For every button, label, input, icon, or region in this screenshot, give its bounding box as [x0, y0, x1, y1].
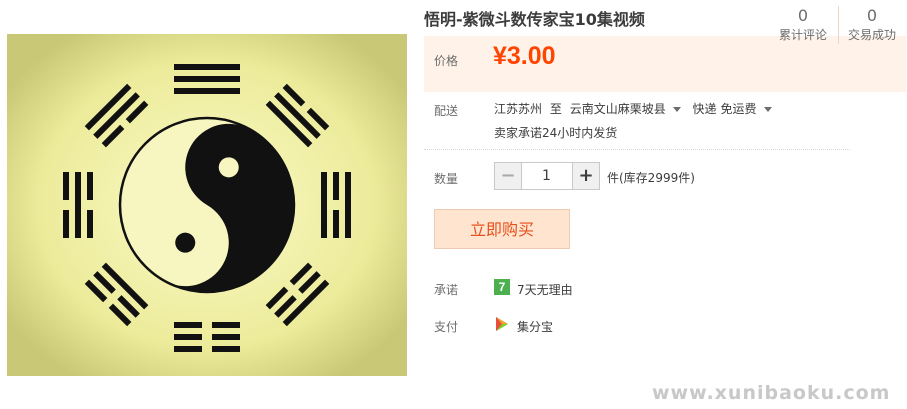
chevron-down-icon[interactable]: [763, 107, 772, 112]
jifenbao-icon: [496, 317, 508, 331]
stock-info: 件(库存2999件): [607, 171, 695, 185]
guarantee-label: 承诺: [434, 283, 459, 297]
decrease-button[interactable]: −: [495, 163, 522, 189]
reviews-stat[interactable]: 0 累计评论: [770, 6, 836, 44]
payment-text[interactable]: 集分宝: [517, 318, 553, 335]
sales-count: 0: [866, 6, 878, 25]
shipping-promise: 卖家承诺24小时内发货: [494, 126, 618, 140]
quantity-stepper[interactable]: − +: [494, 162, 600, 190]
reviews-count: 0: [797, 6, 809, 25]
sales-label: 交易成功: [847, 28, 896, 42]
shipping-destination[interactable]: 云南文山麻栗坡县: [570, 102, 666, 116]
shipping-line: 江苏苏州 至 云南文山麻栗坡县 快递 免运费: [494, 100, 780, 117]
divider: [424, 149, 850, 150]
price-label: 价格: [434, 54, 459, 68]
quantity-label: 数量: [434, 172, 459, 186]
shipping-label: 配送: [434, 104, 459, 118]
price-panel: 价格 ¥3.00: [424, 36, 906, 92]
quantity-input[interactable]: [522, 163, 571, 189]
buy-now-button[interactable]: 立即购买: [434, 209, 570, 249]
product-title: 悟明-紫微斗数传家宝10集视频: [424, 10, 645, 29]
chevron-down-icon[interactable]: [672, 107, 681, 112]
shipping-to-word: 至: [549, 102, 562, 116]
reviews-label: 累计评论: [778, 28, 827, 42]
shipping-method[interactable]: 快递: [693, 102, 717, 116]
shipping-fee[interactable]: 免运费: [721, 102, 757, 116]
price-value: ¥3.00: [493, 42, 556, 70]
seven-day-return-icon: 7: [494, 279, 510, 295]
shipping-from: 江苏苏州: [494, 102, 543, 116]
guarantee-text[interactable]: 7天无理由: [517, 281, 573, 298]
yin-yang-bagua-icon: [7, 34, 407, 376]
increase-button[interactable]: +: [572, 163, 599, 189]
product-image: [7, 34, 407, 376]
watermark: www.xunibaoku.com: [652, 382, 891, 404]
sales-stat: 0 交易成功: [838, 6, 905, 44]
payment-label: 支付: [434, 320, 459, 334]
